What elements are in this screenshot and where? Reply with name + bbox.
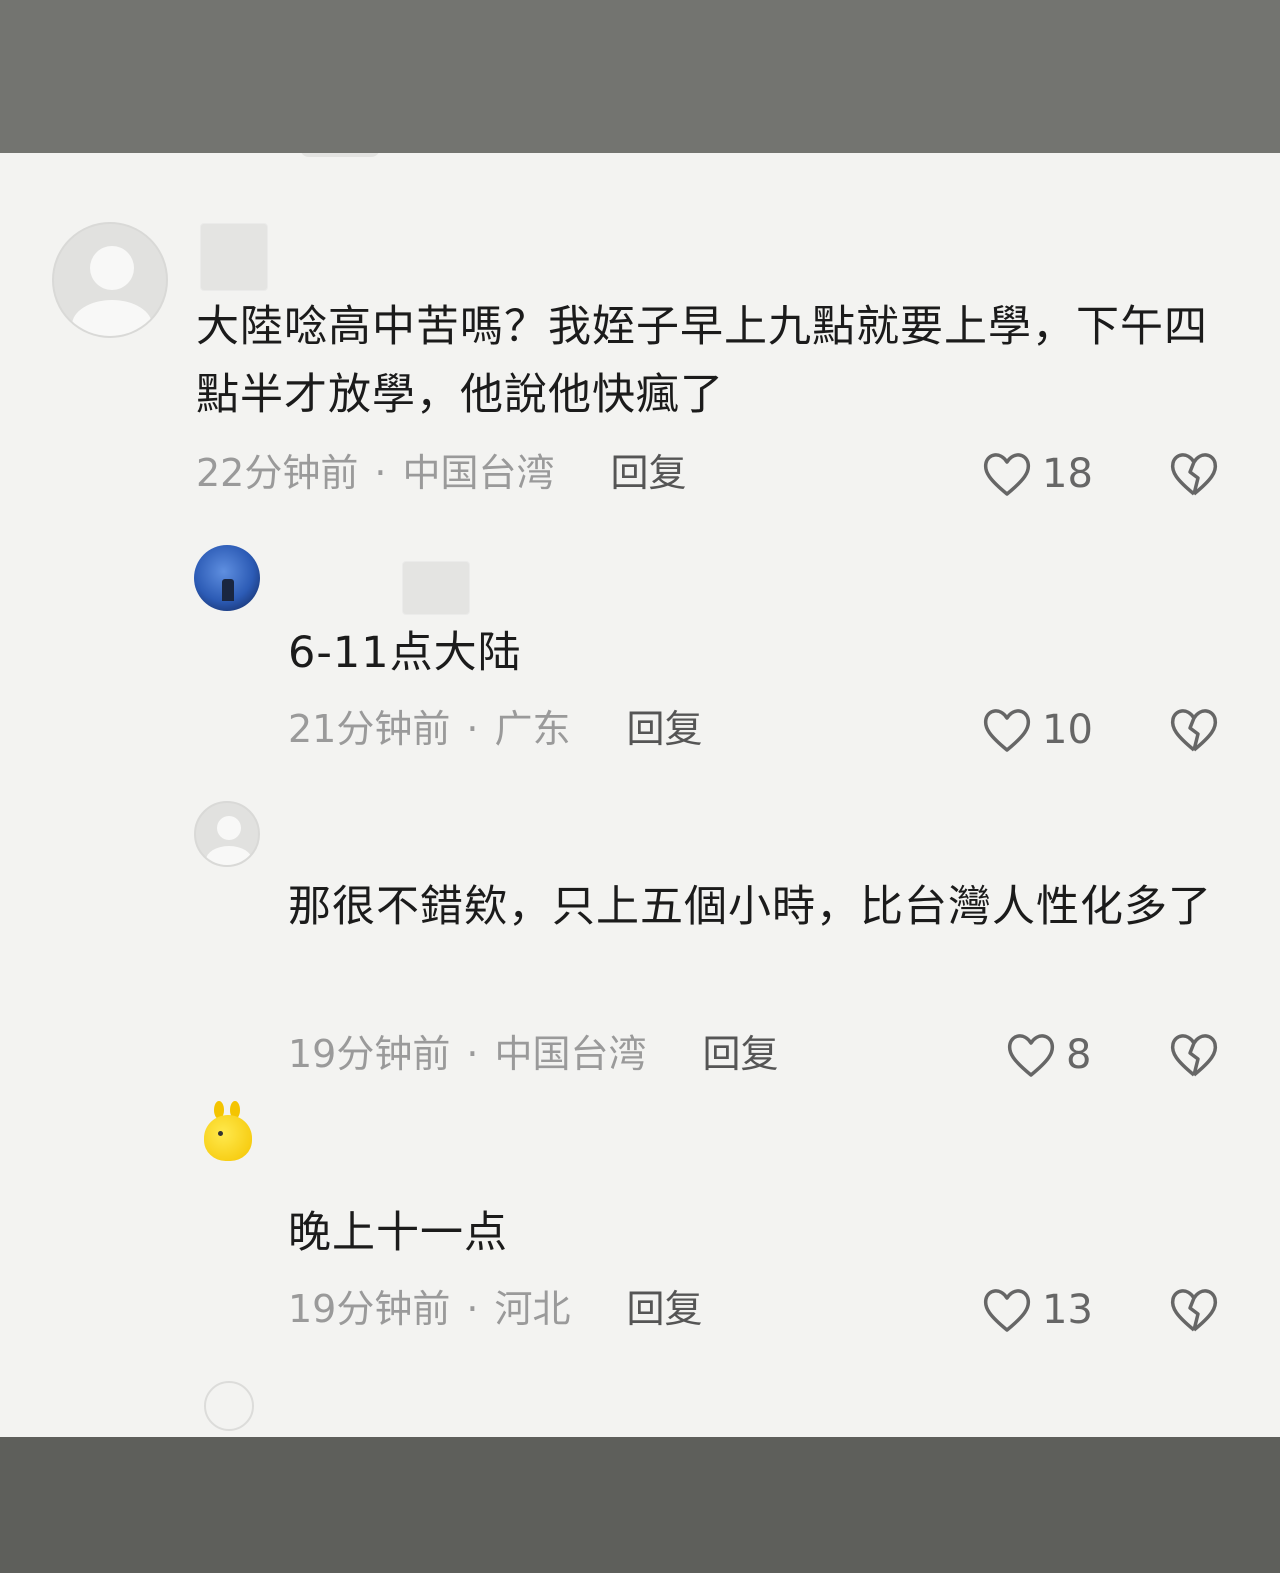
reply-button[interactable]: 回复	[610, 451, 686, 495]
cut-off-avatar	[204, 1381, 254, 1431]
separator: ·	[466, 707, 479, 751]
comment-text: 大陸唸高中苦嗎？我姪子早上九點就要上學，下午四點半才放學，他說他快瘋了	[196, 302, 1208, 420]
avatar[interactable]	[194, 801, 260, 867]
comment-location: 中国台湾	[494, 1032, 647, 1076]
avatar[interactable]	[52, 222, 168, 338]
username-blurred[interactable]	[200, 223, 268, 291]
like-button[interactable]: 10	[982, 706, 1093, 754]
comment-time: 19分钟前	[288, 1287, 451, 1331]
default-user-icon	[217, 816, 241, 840]
comment-panel: 大陸唸高中苦嗎？我姪子早上九點就要上學，下午四點半才放學，他說他快瘋了 22分钟…	[0, 153, 1280, 1437]
comment-text: 6-11点大陆	[288, 628, 522, 678]
default-user-icon	[90, 246, 134, 290]
heart-icon	[983, 1289, 1031, 1332]
reply-button[interactable]: 回复	[626, 707, 702, 751]
photo-avatar	[222, 579, 234, 601]
broken-heart-icon[interactable]	[1168, 1031, 1220, 1079]
heart-icon	[983, 709, 1031, 752]
reply-button[interactable]: 回复	[702, 1032, 778, 1076]
cut-off-text	[300, 153, 380, 157]
username-blurred[interactable]	[402, 561, 470, 615]
avatar[interactable]	[196, 1097, 266, 1167]
like-count: 8	[1066, 1032, 1092, 1078]
like-count: 18	[1042, 451, 1093, 497]
comment-location: 广东	[494, 707, 571, 751]
separator: ·	[374, 451, 387, 495]
heart-icon	[1007, 1034, 1055, 1077]
top-frame	[0, 0, 1280, 153]
comment-location: 中国台湾	[402, 451, 555, 495]
like-button[interactable]: 13	[982, 1286, 1093, 1334]
broken-heart-icon[interactable]	[1168, 450, 1220, 498]
comment-meta: 22分钟前 · 中国台湾 回复	[196, 450, 686, 496]
like-button[interactable]: 18	[982, 450, 1093, 498]
comment-text: 那很不錯欸，只上五個小時，比台灣人性化多了	[288, 882, 1212, 932]
comment-meta: 19分钟前 · 河北 回复	[288, 1286, 702, 1332]
yellow-duck-avatar	[204, 1115, 252, 1161]
comment-time: 21分钟前	[288, 707, 451, 751]
comment-time: 19分钟前	[288, 1032, 451, 1076]
broken-heart-icon[interactable]	[1168, 1286, 1220, 1334]
broken-heart-icon[interactable]	[1168, 706, 1220, 754]
avatar[interactable]	[194, 545, 260, 611]
like-button[interactable]: 8	[1006, 1031, 1091, 1079]
bottom-frame	[0, 1437, 1280, 1573]
reply-button[interactable]: 回复	[626, 1287, 702, 1331]
separator: ·	[466, 1032, 479, 1076]
comment-meta: 21分钟前 · 广东 回复	[288, 706, 702, 752]
comment-time: 22分钟前	[196, 451, 359, 495]
heart-icon	[983, 453, 1031, 496]
like-count: 13	[1042, 1287, 1093, 1333]
like-count: 10	[1042, 707, 1093, 753]
comment-meta: 19分钟前 · 中国台湾 回复	[288, 1031, 778, 1077]
comment-text: 晚上十一点	[288, 1208, 508, 1258]
separator: ·	[466, 1287, 479, 1331]
comment-location: 河北	[494, 1287, 571, 1331]
